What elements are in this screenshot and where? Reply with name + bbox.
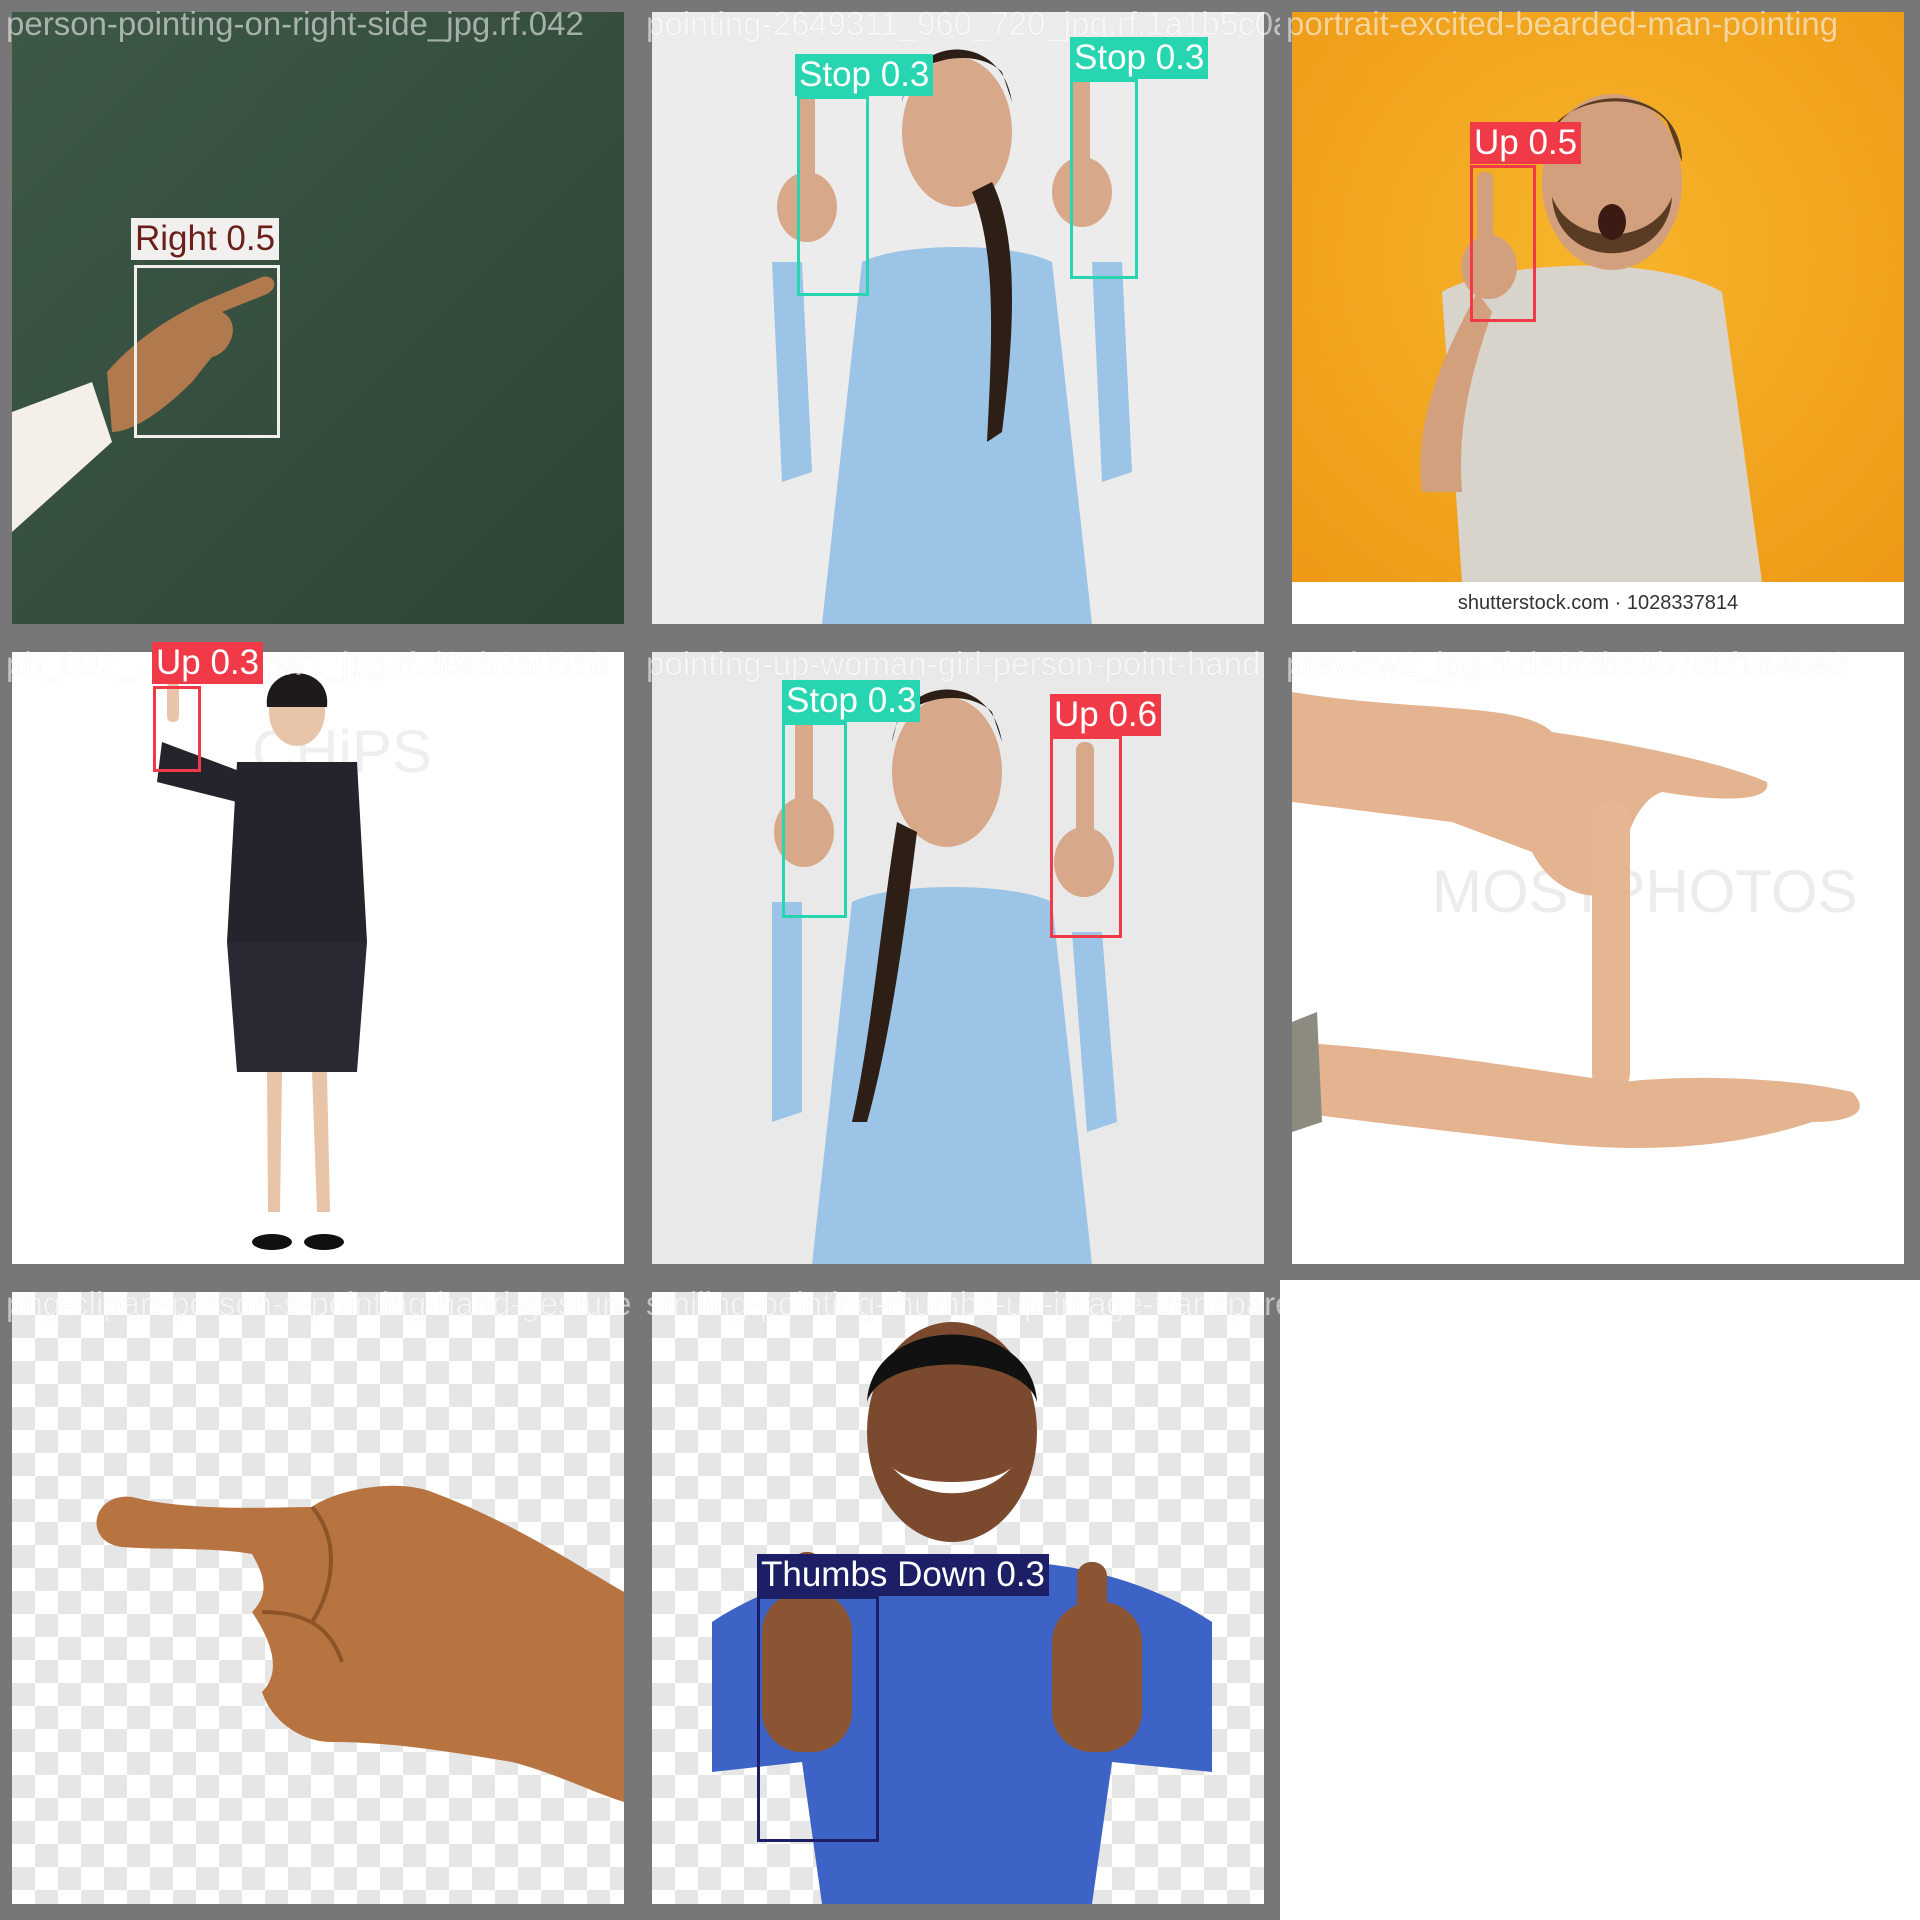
detection-box-up <box>1050 736 1122 938</box>
woman-two-fingers-up-photo <box>652 12 1264 624</box>
detection-box-up <box>1470 165 1536 322</box>
mosaic-tile-8: smiling-pointing-thumbs-up-image-transpa… <box>640 1280 1280 1920</box>
tile-photo: MOSTPHOTOS <box>1292 652 1904 1264</box>
detection-label-thumbs-down: Thumbs Down 0.3 <box>757 1554 1050 1596</box>
tile-filename: ph_007_... _031_pw1_jpg.rf.d8eb3a0618 <box>6 645 608 682</box>
tile-photo: shutterstock.com · 1028337814 <box>1292 12 1904 624</box>
detection-label-stop: Stop 0.3 <box>1070 37 1209 79</box>
mosaic-tile-3: shutterstock.com · 1028337814 portrait-e… <box>1280 0 1920 640</box>
tile-filename: smiling-pointing-thumbs-up-image-transpa… <box>646 1285 1280 1322</box>
tile-filename: portrait-excited-bearded-man-pointing <box>1286 5 1839 42</box>
man-thumbs-up-photo <box>712 1322 1212 1904</box>
businesswoman-pointing-photo: CHiPS <box>12 652 624 1264</box>
hand-t-gesture-photo: MOSTPHOTOS <box>1292 652 1904 1264</box>
tile-photo: CHiPS <box>12 652 624 1264</box>
detection-box-right <box>134 265 280 438</box>
detection-box-stop <box>797 96 869 296</box>
tile-filename: preview2_jpg.rf.de0f3b59b7c6f1a46e8 <box>1286 645 1848 682</box>
detection-box-up <box>153 686 201 772</box>
pointing-hand-clipart-photo <box>96 1485 624 1802</box>
mosaic-tile-1: person-pointing-on-right-side_jpg.rf.042… <box>0 0 640 640</box>
detection-label-stop: Stop 0.3 <box>795 54 934 96</box>
green-board-hand-photo <box>12 12 624 624</box>
tile-photo <box>652 1292 1264 1904</box>
watermark-text: shutterstock.com · 1028337814 <box>1458 592 1738 614</box>
detection-label-right: Right 0.5 <box>131 218 280 260</box>
detection-label-up: Up 0.3 <box>152 642 264 684</box>
mosaic-tile-5: pointing-up-woman-girl-person-point-hand… <box>640 640 1280 1280</box>
mosaic-tile-2: pointing-2649311_960_720_jpg.rf.1a1b5c0a… <box>640 0 1280 640</box>
tile-photo <box>12 1292 624 1904</box>
mosaic-tile-7: png-clipart-person-s-pointing-hand-gestu… <box>0 1280 640 1920</box>
watermark-text: MOSTPHOTOS <box>1432 858 1858 925</box>
mosaic-tile-6: MOSTPHOTOS preview2_jpg.rf.de0f3b59b7c6f… <box>1280 640 1920 1280</box>
woman-pointing-up-photo <box>652 652 1264 1264</box>
detection-label-stop: Stop 0.3 <box>782 680 921 722</box>
detection-label-up: Up 0.6 <box>1050 694 1162 736</box>
tile-photo <box>12 12 624 624</box>
detection-box-stop <box>1070 79 1138 279</box>
detection-box-stop <box>782 722 847 918</box>
tile-photo <box>652 652 1264 1264</box>
tile-filename: pointing-up-woman-girl-person-point-hand <box>646 645 1261 682</box>
detection-label-up: Up 0.5 <box>1470 122 1582 164</box>
mosaic-tile-4: CHiPS ph_007_... _031_pw1_jpg.rf.d8eb3a0… <box>0 640 640 1280</box>
tile-filename: person-pointing-on-right-side_jpg.rf.042 <box>6 5 584 42</box>
tile-photo <box>652 12 1264 624</box>
detection-box-thumbs-down <box>757 1596 879 1842</box>
excited-bearded-man-photo: shutterstock.com · 1028337814 <box>1292 12 1904 624</box>
tile-filename: png-clipart-person-s-pointing-hand-gestu… <box>6 1285 632 1322</box>
